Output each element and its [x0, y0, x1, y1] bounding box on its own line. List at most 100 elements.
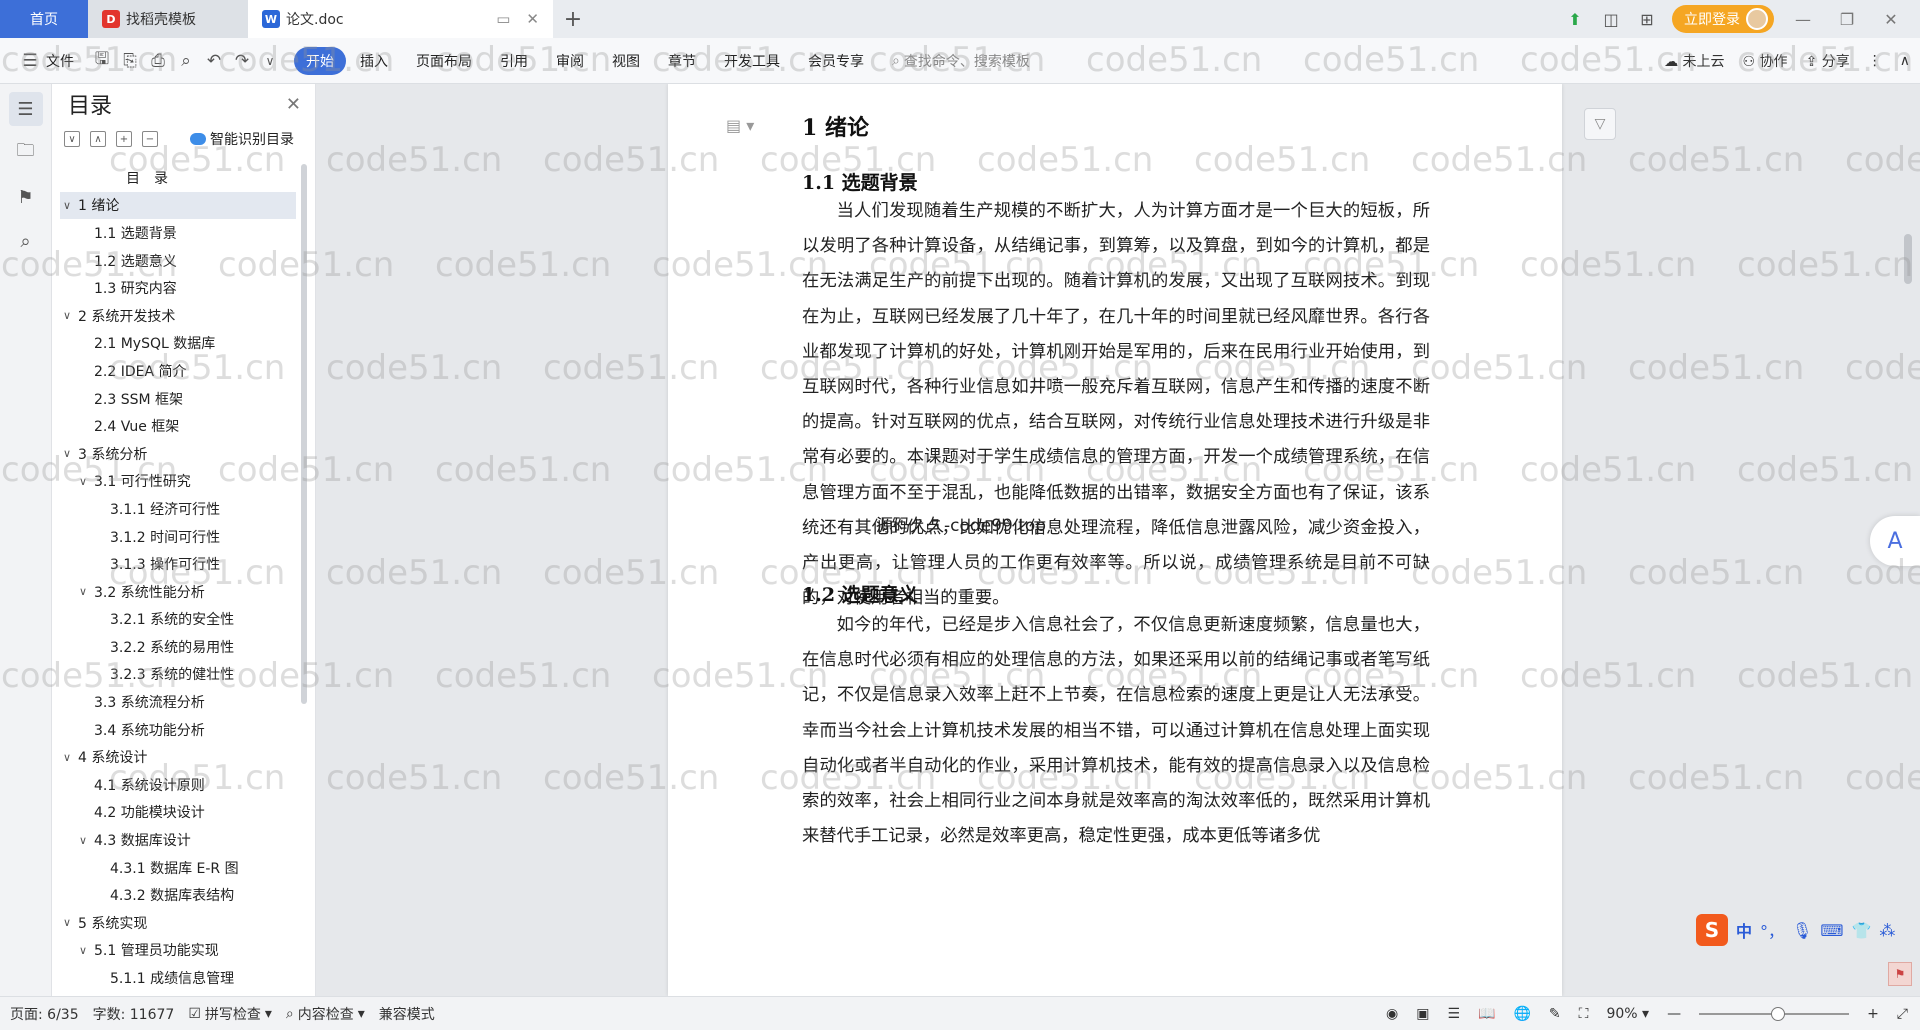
- undo-icon[interactable]: ↶: [203, 51, 225, 71]
- ime-apps-icon[interactable]: ⁂: [1879, 921, 1895, 940]
- export-icon[interactable]: ⎘: [119, 51, 141, 71]
- close-tab-icon[interactable]: ✕: [526, 10, 539, 28]
- eye-icon[interactable]: ◉: [1386, 1006, 1398, 1022]
- web-view-icon[interactable]: 🌐: [1513, 1006, 1530, 1022]
- skin-icon[interactable]: 👕: [1851, 921, 1871, 940]
- chevron-down-icon[interactable]: ∨: [76, 475, 90, 488]
- chevron-down-icon[interactable]: ∨: [60, 199, 74, 212]
- more-icon[interactable]: ⋮: [1868, 53, 1882, 69]
- toc-item[interactable]: 4.3.1 数据库 E-R 图: [60, 854, 296, 882]
- toc-item[interactable]: 3.2.3 系统的健壮性: [60, 661, 296, 689]
- page-options-icon[interactable]: ▤ ▾: [726, 116, 754, 135]
- cloud-status[interactable]: ☁ 未上云: [1664, 51, 1724, 71]
- content-check-button[interactable]: ⌕ 内容检查 ▾: [286, 1004, 365, 1024]
- pen-icon[interactable]: ✎: [1549, 1006, 1561, 1022]
- file-menu[interactable]: 文件: [44, 47, 88, 75]
- zoom-knob[interactable]: [1771, 1006, 1786, 1021]
- tab-home[interactable]: 首页: [0, 0, 88, 38]
- toc-item[interactable]: 3.1.1 经济可行性: [60, 495, 296, 523]
- toc-item[interactable]: 2.4 Vue 框架: [60, 412, 296, 440]
- read-view-icon[interactable]: 📖: [1478, 1006, 1495, 1022]
- document-page[interactable]: ▤ ▾ 1 绪论 1.1 选题背景 当人们发现随着生产规模的不断扩大，人为计算方…: [668, 84, 1562, 996]
- login-button[interactable]: 立即登录: [1672, 5, 1774, 33]
- upload-icon[interactable]: ⬆: [1564, 8, 1586, 30]
- page-indicator[interactable]: 页面: 6/35: [10, 1004, 79, 1024]
- scroll-thumb[interactable]: [1904, 234, 1912, 284]
- mic-icon[interactable]: 🎙: [1792, 921, 1812, 940]
- navigation-icon[interactable]: 🗀: [9, 136, 43, 170]
- restore-icon[interactable]: ❐: [1832, 10, 1862, 29]
- collapse-ribbon-icon[interactable]: ∧: [1900, 53, 1910, 69]
- toc-item[interactable]: 3.1.3 操作可行性: [60, 550, 296, 578]
- find-icon[interactable]: ⌕: [9, 224, 43, 258]
- chevron-down-icon[interactable]: ∨: [60, 916, 74, 929]
- share-button[interactable]: ⇪ 分享: [1806, 51, 1850, 71]
- spell-check-button[interactable]: ☑ 拼写检查 ▾: [188, 1004, 272, 1024]
- ime-toolbar[interactable]: S 中 °， 🎙 ⌨ 👕 ⁂: [1696, 914, 1895, 946]
- toc-item[interactable]: 1.3 研究内容: [60, 274, 296, 302]
- collapse-up-icon[interactable]: ∧: [90, 131, 106, 147]
- tab-view[interactable]: 视图: [598, 47, 654, 75]
- toc-item[interactable]: 3.2.2 系统的易用性: [60, 633, 296, 661]
- page-view-icon[interactable]: ▣: [1416, 1006, 1429, 1022]
- toc-item[interactable]: 4.3.2 数据库表结构: [60, 881, 296, 909]
- smart-toc-button[interactable]: 智能识别目录: [190, 129, 294, 149]
- zoom-in-icon[interactable]: +: [1867, 1006, 1879, 1022]
- toc-item[interactable]: 4.1 系统设计原则: [60, 771, 296, 799]
- tab-page-layout[interactable]: 页面布局: [402, 47, 486, 75]
- tab-section[interactable]: 章节: [654, 47, 710, 75]
- save-icon[interactable]: 🖫: [91, 46, 113, 75]
- close-icon[interactable]: ✕: [286, 94, 301, 115]
- tab-insert[interactable]: 插入: [346, 47, 402, 75]
- remove-icon[interactable]: −: [142, 131, 158, 147]
- filter-icon[interactable]: ▽: [1584, 108, 1616, 140]
- zoom-out-icon[interactable]: —: [1667, 1006, 1681, 1022]
- chevron-down-icon[interactable]: ∨: [60, 751, 74, 764]
- collab-button[interactable]: ⚇ 协作: [1743, 51, 1788, 71]
- tab-references[interactable]: 引用: [486, 47, 542, 75]
- toc-item[interactable]: ∨ 4 系统设计: [60, 743, 296, 771]
- toc-item[interactable]: 3.2.1 系统的安全性: [60, 606, 296, 634]
- toc-panel-icon[interactable]: ☰: [8, 92, 43, 126]
- tab-document[interactable]: W 论文.doc ▭ ✕: [248, 0, 553, 38]
- toc-item[interactable]: 4.2 功能模块设计: [60, 799, 296, 827]
- redo-icon[interactable]: ↷: [231, 51, 253, 71]
- tab-template-store[interactable]: D 找稻壳模板: [88, 0, 248, 38]
- toc-item[interactable]: 5.1.1 成绩信息管理: [60, 964, 296, 990]
- toc-item[interactable]: ∨ 3.2 系统性能分析: [60, 578, 296, 606]
- toc-item[interactable]: 目 录: [60, 164, 296, 192]
- layout-icon[interactable]: ◫: [1600, 8, 1622, 30]
- command-search[interactable]: ⌕ 查找命令、搜索模板: [892, 51, 1030, 71]
- chevron-down-icon[interactable]: ∨: [60, 447, 74, 460]
- tab-review[interactable]: 审阅: [542, 47, 598, 75]
- toc-item[interactable]: ∨ 4.3 数据库设计: [60, 826, 296, 854]
- tab-developer[interactable]: 开发工具: [710, 47, 794, 75]
- fullscreen-icon[interactable]: ⤢: [1897, 1006, 1908, 1022]
- bookmark-icon[interactable]: ⚑: [9, 180, 43, 214]
- expand-down-icon[interactable]: ∨: [64, 131, 80, 147]
- toc-item[interactable]: 2.2 IDEA 简介: [60, 357, 296, 385]
- toc-item[interactable]: ∨ 3 系统分析: [60, 440, 296, 468]
- keyboard-icon[interactable]: ⌨: [1820, 921, 1843, 940]
- toc-item[interactable]: 2.3 SSM 框架: [60, 385, 296, 413]
- hamburger-icon[interactable]: ☰: [19, 51, 41, 71]
- toc-item[interactable]: 1.1 选题背景: [60, 219, 296, 247]
- toc-item[interactable]: 3.4 系统功能分析: [60, 716, 296, 744]
- tab-home-ribbon[interactable]: 开始: [294, 46, 346, 75]
- zoom-slider[interactable]: [1699, 1006, 1850, 1021]
- assistant-icon[interactable]: A: [1870, 516, 1920, 566]
- word-count[interactable]: 字数: 11677: [93, 1004, 175, 1024]
- minimize-icon[interactable]: —: [1788, 10, 1818, 29]
- screen-icon[interactable]: ▭: [496, 10, 510, 28]
- chevron-down-icon[interactable]: ∨: [76, 944, 90, 957]
- new-tab-button[interactable]: +: [553, 7, 593, 32]
- toc-scrollbar[interactable]: [301, 164, 307, 704]
- tab-member[interactable]: 会员专享: [794, 47, 878, 75]
- print-icon[interactable]: ⎙: [147, 51, 169, 71]
- feedback-icon[interactable]: ⚑: [1888, 962, 1912, 986]
- chevron-down-icon[interactable]: ∨: [76, 834, 90, 847]
- toc-item[interactable]: 3.3 系统流程分析: [60, 688, 296, 716]
- toc-item[interactable]: ∨ 5 系统实现: [60, 909, 296, 937]
- outline-view-icon[interactable]: ☰: [1447, 1006, 1460, 1022]
- toc-item[interactable]: 3.1.2 时间可行性: [60, 523, 296, 551]
